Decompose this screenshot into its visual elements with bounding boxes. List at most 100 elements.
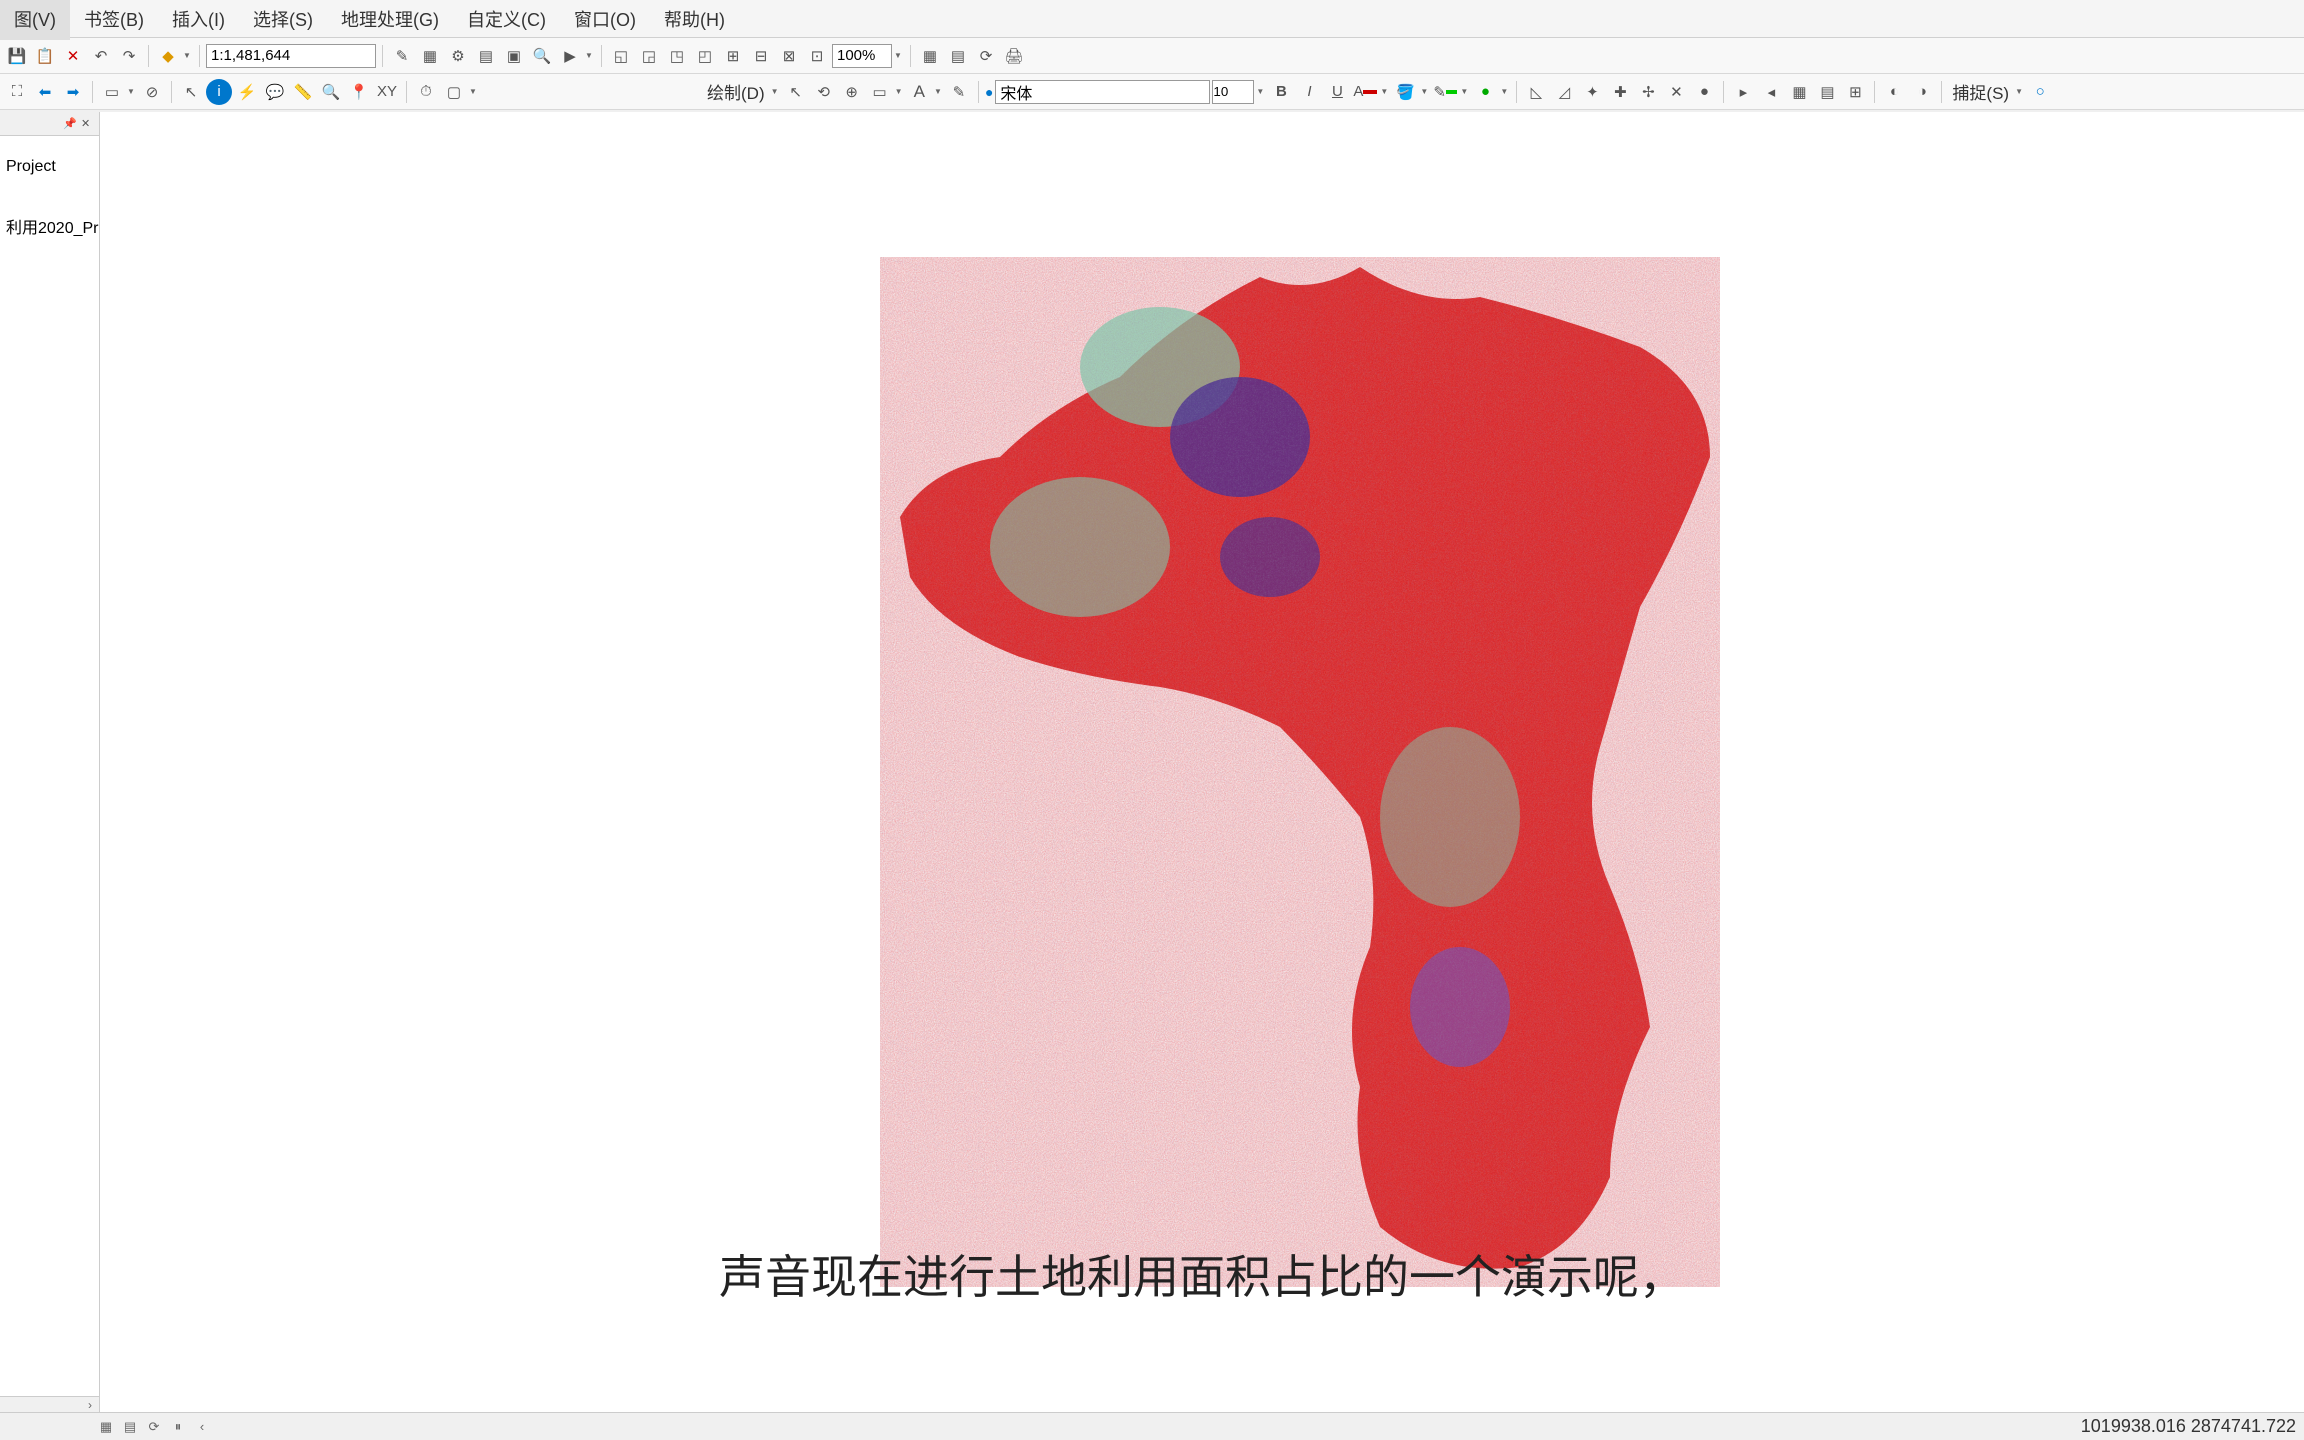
dropdown-arrow-icon[interactable]: ▼ — [2015, 87, 2025, 96]
dropdown-arrow-icon[interactable]: ▼ — [585, 51, 595, 60]
rectangle-tool-icon[interactable]: ▭ — [867, 79, 893, 105]
dropdown-arrow-icon[interactable]: ▼ — [894, 51, 904, 60]
edit-tool-7-icon[interactable]: ● — [1691, 79, 1717, 105]
go-to-xy-icon[interactable]: XY — [374, 79, 400, 105]
italic-icon[interactable]: I — [1296, 79, 1322, 105]
close-icon[interactable]: ✕ — [81, 117, 95, 131]
dropdown-arrow-icon[interactable]: ▼ — [1460, 87, 1470, 96]
dropdown-arrow-icon[interactable]: ▼ — [127, 87, 137, 96]
edit-tool-9-icon[interactable]: ◂ — [1758, 79, 1784, 105]
edit-vertices-icon[interactable]: ✎ — [946, 79, 972, 105]
full-extent-icon[interactable]: ⛶ — [4, 79, 30, 105]
edit-tool-5-icon[interactable]: ✢ — [1635, 79, 1661, 105]
model-builder-icon[interactable]: ⚙ — [445, 43, 471, 69]
edit-tool-3-icon[interactable]: ✦ — [1579, 79, 1605, 105]
tool-a-icon[interactable]: ◱ — [608, 43, 634, 69]
undo-icon[interactable]: ↶ — [88, 43, 114, 69]
draw-menu-label[interactable]: 绘制(D) — [703, 79, 769, 104]
dropdown-arrow-icon[interactable]: ▼ — [895, 87, 905, 96]
scroll-right-icon[interactable]: › — [81, 1398, 99, 1412]
html-popup-icon[interactable]: 💬 — [262, 79, 288, 105]
edit-tool-12-icon[interactable]: ⊞ — [1842, 79, 1868, 105]
highlight-color-icon[interactable]: ✎ — [1432, 79, 1458, 105]
dropdown-arrow-icon[interactable]: ▼ — [771, 87, 781, 96]
edit-tool-13-icon[interactable]: ◐ — [1881, 79, 1907, 105]
tree-item-project[interactable]: Project — [4, 154, 95, 180]
menu-selection[interactable]: 选择(S) — [239, 0, 327, 40]
identify-icon[interactable]: i — [206, 79, 232, 105]
tool-h-icon[interactable]: ⊡ — [804, 43, 830, 69]
tool-b-icon[interactable]: ◲ — [636, 43, 662, 69]
tool-f-icon[interactable]: ⊟ — [748, 43, 774, 69]
dropdown-arrow-icon[interactable]: ▼ — [934, 87, 944, 96]
map-scale-input[interactable] — [206, 44, 376, 68]
next-extent-icon[interactable]: ➡ — [60, 79, 86, 105]
bold-icon[interactable]: B — [1268, 79, 1294, 105]
add-data-icon[interactable]: ◆ — [155, 43, 181, 69]
tool-2-icon[interactable]: ▦ — [417, 43, 443, 69]
draw-pointer-icon[interactable]: ↖ — [783, 79, 809, 105]
edit-tool-2-icon[interactable]: ◿ — [1551, 79, 1577, 105]
table-of-contents-icon[interactable]: ▤ — [473, 43, 499, 69]
snap-tool-icon[interactable]: ○ — [2027, 79, 2053, 105]
delete-icon[interactable]: ✕ — [60, 43, 86, 69]
prev-button[interactable]: ‹ — [191, 1416, 213, 1438]
prev-extent-icon[interactable]: ⬅ — [32, 79, 58, 105]
font-size-select[interactable] — [1212, 80, 1254, 104]
edit-tool-4-icon[interactable]: ✚ — [1607, 79, 1633, 105]
menu-customize[interactable]: 自定义(C) — [453, 0, 560, 40]
tool-d-icon[interactable]: ◰ — [692, 43, 718, 69]
clear-selection-icon[interactable]: ⊘ — [139, 79, 165, 105]
redo-icon[interactable]: ↷ — [116, 43, 142, 69]
select-features-icon[interactable]: ▭ — [99, 79, 125, 105]
underline-icon[interactable]: U — [1324, 79, 1350, 105]
draw-rotate-icon[interactable]: ⟲ — [811, 79, 837, 105]
print-icon[interactable]: 🖨 — [1001, 43, 1027, 69]
edit-tool-14-icon[interactable]: ◑ — [1909, 79, 1935, 105]
font-color-icon[interactable]: A — [1352, 79, 1378, 105]
pointer-icon[interactable]: ↖ — [178, 79, 204, 105]
save-icon[interactable]: 💾 — [4, 43, 30, 69]
sidebar-scrollbar[interactable]: › — [0, 1396, 99, 1412]
tool-e-icon[interactable]: ⊞ — [720, 43, 746, 69]
tool-g-icon[interactable]: ⊠ — [776, 43, 802, 69]
find-route-icon[interactable]: 📍 — [346, 79, 372, 105]
map-display[interactable]: 声音现在进行土地利用面积占比的一个演示呢， — [100, 112, 2304, 1412]
menu-help[interactable]: 帮助(H) — [650, 0, 739, 40]
tool-c-icon[interactable]: ◳ — [664, 43, 690, 69]
edit-tool-11-icon[interactable]: ▤ — [1814, 79, 1840, 105]
draw-zoom-icon[interactable]: ⊕ — [839, 79, 865, 105]
menu-windows[interactable]: 窗口(O) — [560, 0, 650, 40]
edit-tool-8-icon[interactable]: ▸ — [1730, 79, 1756, 105]
dropdown-arrow-icon[interactable]: ▼ — [183, 51, 193, 60]
measure-icon[interactable]: 📏 — [290, 79, 316, 105]
pin-icon[interactable]: 📌 — [63, 117, 77, 131]
font-name-select[interactable] — [995, 80, 1210, 104]
edit-tool-10-icon[interactable]: ▦ — [1786, 79, 1812, 105]
pause-button[interactable]: ⏸ — [167, 1416, 189, 1438]
tree-item-layer[interactable]: 利用2020_Prc — [4, 210, 95, 242]
python-icon[interactable]: ▶ — [557, 43, 583, 69]
refresh-button[interactable]: ⟳ — [143, 1416, 165, 1438]
zoom-percent-input[interactable] — [832, 44, 892, 68]
catalog-icon[interactable]: ▣ — [501, 43, 527, 69]
menu-view[interactable]: 图(V) — [0, 0, 70, 40]
time-slider-icon[interactable]: ⏱ — [413, 79, 439, 105]
menu-insert[interactable]: 插入(I) — [158, 0, 239, 40]
fill-color-icon[interactable]: 🪣 — [1392, 79, 1418, 105]
find-icon[interactable]: 🔍 — [318, 79, 344, 105]
edit-tool-1-icon[interactable]: ◺ — [1523, 79, 1549, 105]
copy-icon[interactable]: 📋 — [32, 43, 58, 69]
edit-tool-6-icon[interactable]: ✕ — [1663, 79, 1689, 105]
menu-bookmarks[interactable]: 书签(B) — [70, 0, 158, 40]
refresh-icon[interactable]: ⟳ — [973, 43, 999, 69]
menu-geoprocessing[interactable]: 地理处理(G) — [327, 0, 453, 40]
layout-view-icon[interactable]: ▤ — [945, 43, 971, 69]
dropdown-arrow-icon[interactable]: ▼ — [1420, 87, 1430, 96]
dropdown-arrow-icon[interactable]: ▼ — [1380, 87, 1390, 96]
create-viewer-icon[interactable]: ▢ — [441, 79, 467, 105]
dropdown-arrow-icon[interactable]: ▼ — [1500, 87, 1510, 96]
layout-view-button[interactable]: ▤ — [119, 1416, 141, 1438]
data-view-button[interactable]: ▦ — [95, 1416, 117, 1438]
snapping-menu-label[interactable]: 捕捉(S) — [1948, 79, 2013, 104]
